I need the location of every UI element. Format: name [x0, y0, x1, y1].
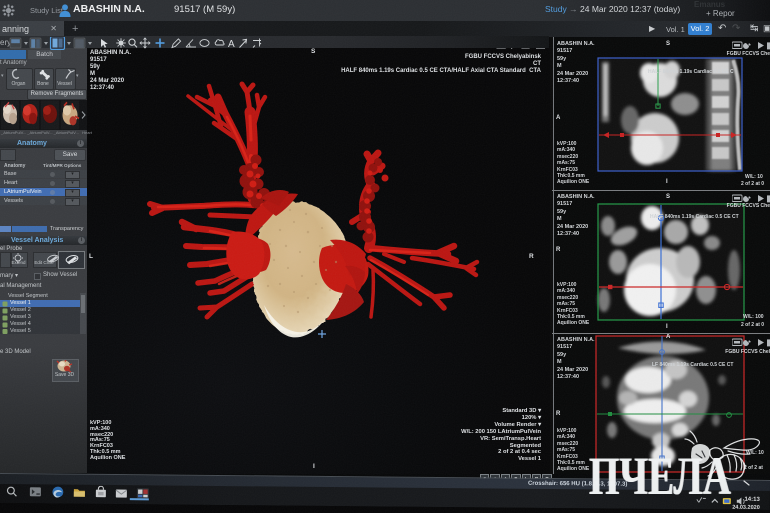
svg-text:A: A — [228, 39, 235, 50]
